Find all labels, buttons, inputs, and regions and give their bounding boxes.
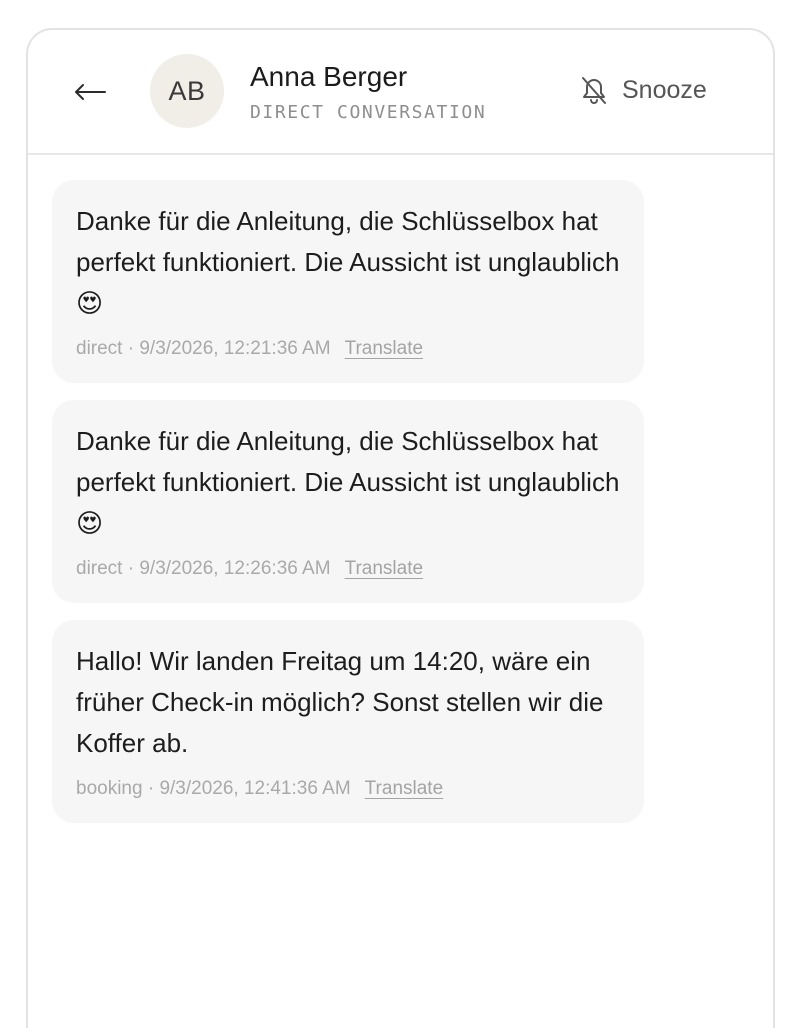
message-text: Danke für die Anleitung, die Schlüsselbo… — [76, 206, 620, 318]
snooze-label: Snooze — [622, 75, 707, 104]
arrow-left-icon — [75, 84, 106, 100]
bell-off-icon — [582, 77, 606, 104]
snooze-button[interactable]: Snooze — [580, 75, 707, 105]
conversation-header: AB Anna Berger DIRECT CONVERSATION Snooz… — [28, 30, 773, 155]
message-timestamp: direct · 9/3/2026, 12:21:36 AM — [76, 338, 331, 359]
contact-name: Anna Berger — [250, 61, 408, 92]
message-meta: direct · 9/3/2026, 12:26:36 AM Translate — [76, 558, 620, 580]
translate-link[interactable]: Translate — [345, 558, 424, 580]
message-text: Danke für die Anleitung, die Schlüsselbo… — [76, 426, 620, 538]
avatar-initials: AB — [168, 75, 206, 106]
message-bubble: Danke für die Anleitung, die Schlüsselbo… — [52, 180, 644, 383]
message-list: Danke für die Anleitung, die Schlüsselbo… — [52, 180, 644, 840]
avatar: AB — [150, 54, 224, 128]
message-bubble: Hallo! Wir landen Freitag um 14:20, wäre… — [52, 620, 644, 823]
message-text: Hallo! Wir landen Freitag um 14:20, wäre… — [76, 646, 604, 758]
message-timestamp: direct · 9/3/2026, 12:26:36 AM — [76, 558, 331, 579]
message-timestamp: booking · 9/3/2026, 12:41:36 AM — [76, 778, 351, 799]
message-meta: booking · 9/3/2026, 12:41:36 AM Translat… — [76, 778, 620, 800]
conversation-type-label: DIRECT CONVERSATION — [250, 102, 487, 123]
translate-link[interactable]: Translate — [345, 338, 424, 360]
conversation-panel: AB Anna Berger DIRECT CONVERSATION Snooz… — [26, 28, 775, 1028]
translate-link[interactable]: Translate — [365, 778, 444, 800]
message-meta: direct · 9/3/2026, 12:21:36 AM Translate — [76, 338, 620, 360]
message-bubble: Danke für die Anleitung, die Schlüsselbo… — [52, 400, 644, 603]
back-button[interactable] — [70, 74, 110, 110]
